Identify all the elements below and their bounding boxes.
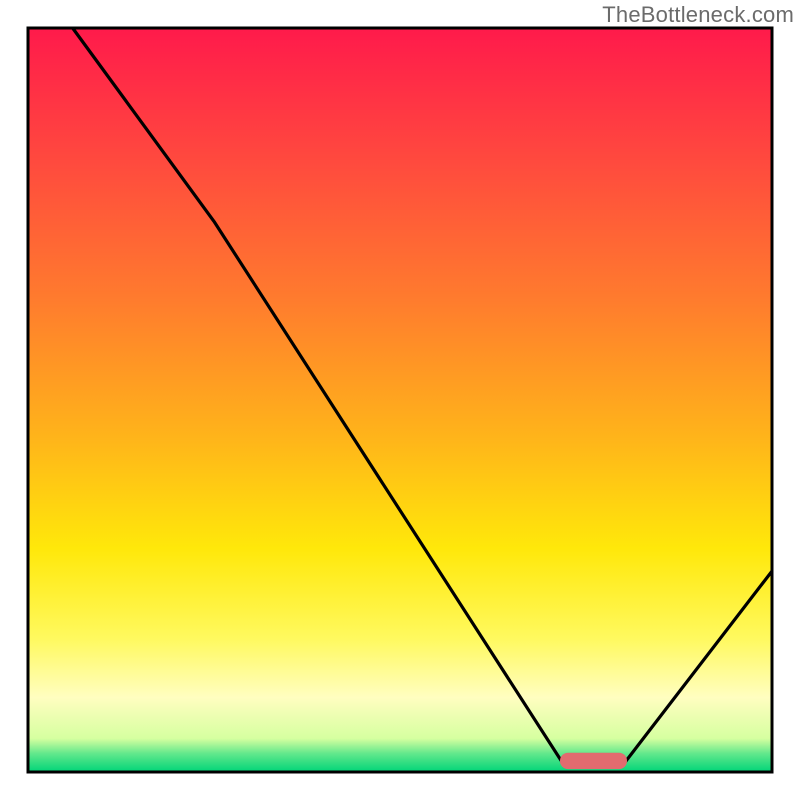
bottleneck-chart [0,0,800,800]
plot-background [28,28,772,772]
chart-stage: TheBottleneck.com [0,0,800,800]
optimal-marker [560,753,627,769]
